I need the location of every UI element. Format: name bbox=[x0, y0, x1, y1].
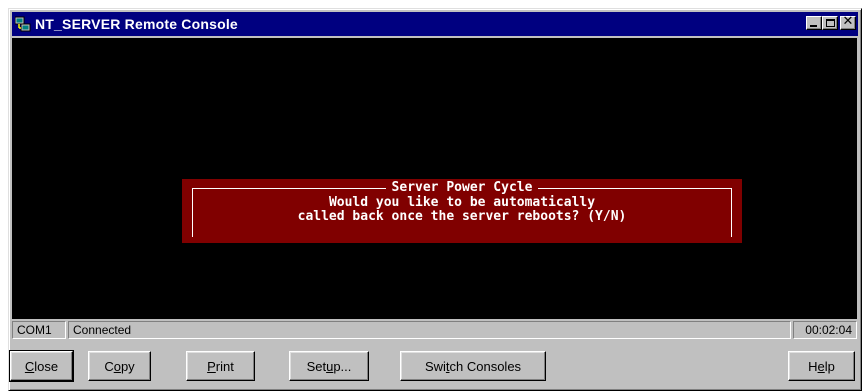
dialog-title: Server Power Cycle bbox=[182, 180, 742, 195]
switch-button-pre: Swi bbox=[424, 358, 446, 374]
minimize-icon bbox=[810, 25, 817, 27]
help-button[interactable]: He lp bbox=[788, 351, 855, 381]
help-button-pre: H bbox=[808, 358, 818, 374]
power-cycle-dialog: Server Power Cycle Would you like to be … bbox=[182, 179, 742, 243]
status-elapsed-time: 00:02:04 bbox=[793, 321, 857, 339]
app-icon[interactable] bbox=[14, 16, 31, 32]
setup-button-post: p... bbox=[333, 358, 352, 374]
print-button-accel: P bbox=[207, 358, 216, 374]
print-button-post: rint bbox=[215, 358, 234, 374]
help-button-accel: e bbox=[817, 358, 825, 374]
close-icon: ✕ bbox=[842, 14, 854, 29]
maximize-icon bbox=[826, 19, 835, 27]
setup-button-accel: u bbox=[326, 358, 334, 374]
dialog-title-text: Server Power Cycle bbox=[385, 180, 539, 195]
close-button-post: lose bbox=[34, 358, 59, 374]
window-title: NT_SERVER Remote Console bbox=[35, 16, 238, 32]
copy-button-post: py bbox=[120, 358, 135, 374]
close-window-button[interactable]: ✕ bbox=[840, 14, 856, 30]
print-button[interactable]: Print bbox=[186, 351, 255, 381]
close-button-accel: C bbox=[24, 358, 35, 374]
setup-button-pre: Set bbox=[306, 358, 327, 374]
minimize-button[interactable] bbox=[806, 16, 822, 30]
copy-button-accel: o bbox=[113, 358, 121, 374]
title-bar[interactable]: NT_SERVER Remote Console ✕ bbox=[12, 12, 858, 36]
remote-console-window: NT_SERVER Remote Console ✕ Server Power … bbox=[8, 8, 862, 391]
switch-button-post: ch Consoles bbox=[449, 358, 522, 374]
status-connection: Connected bbox=[68, 321, 791, 339]
status-port: COM1 bbox=[12, 321, 66, 339]
title-buttons: ✕ bbox=[806, 14, 856, 30]
maximize-button[interactable] bbox=[822, 16, 838, 30]
close-button[interactable]: Close bbox=[9, 350, 74, 382]
help-button-post: lp bbox=[824, 358, 835, 374]
dialog-prompt-line-2: called back once the server reboots? (Y/… bbox=[297, 209, 627, 224]
switch-consoles-button[interactable]: Swi t ch Consoles bbox=[400, 351, 546, 381]
console-screen[interactable]: Server Power Cycle Would you like to be … bbox=[12, 38, 857, 319]
copy-button-pre: C bbox=[104, 358, 114, 374]
dialog-prompt-line-1: Would you like to be automatically bbox=[328, 195, 596, 210]
setup-button[interactable]: Set u p... bbox=[289, 351, 369, 381]
copy-button[interactable]: Co py bbox=[88, 351, 151, 381]
status-bar: COM1 Connected 00:02:04 bbox=[12, 321, 857, 339]
